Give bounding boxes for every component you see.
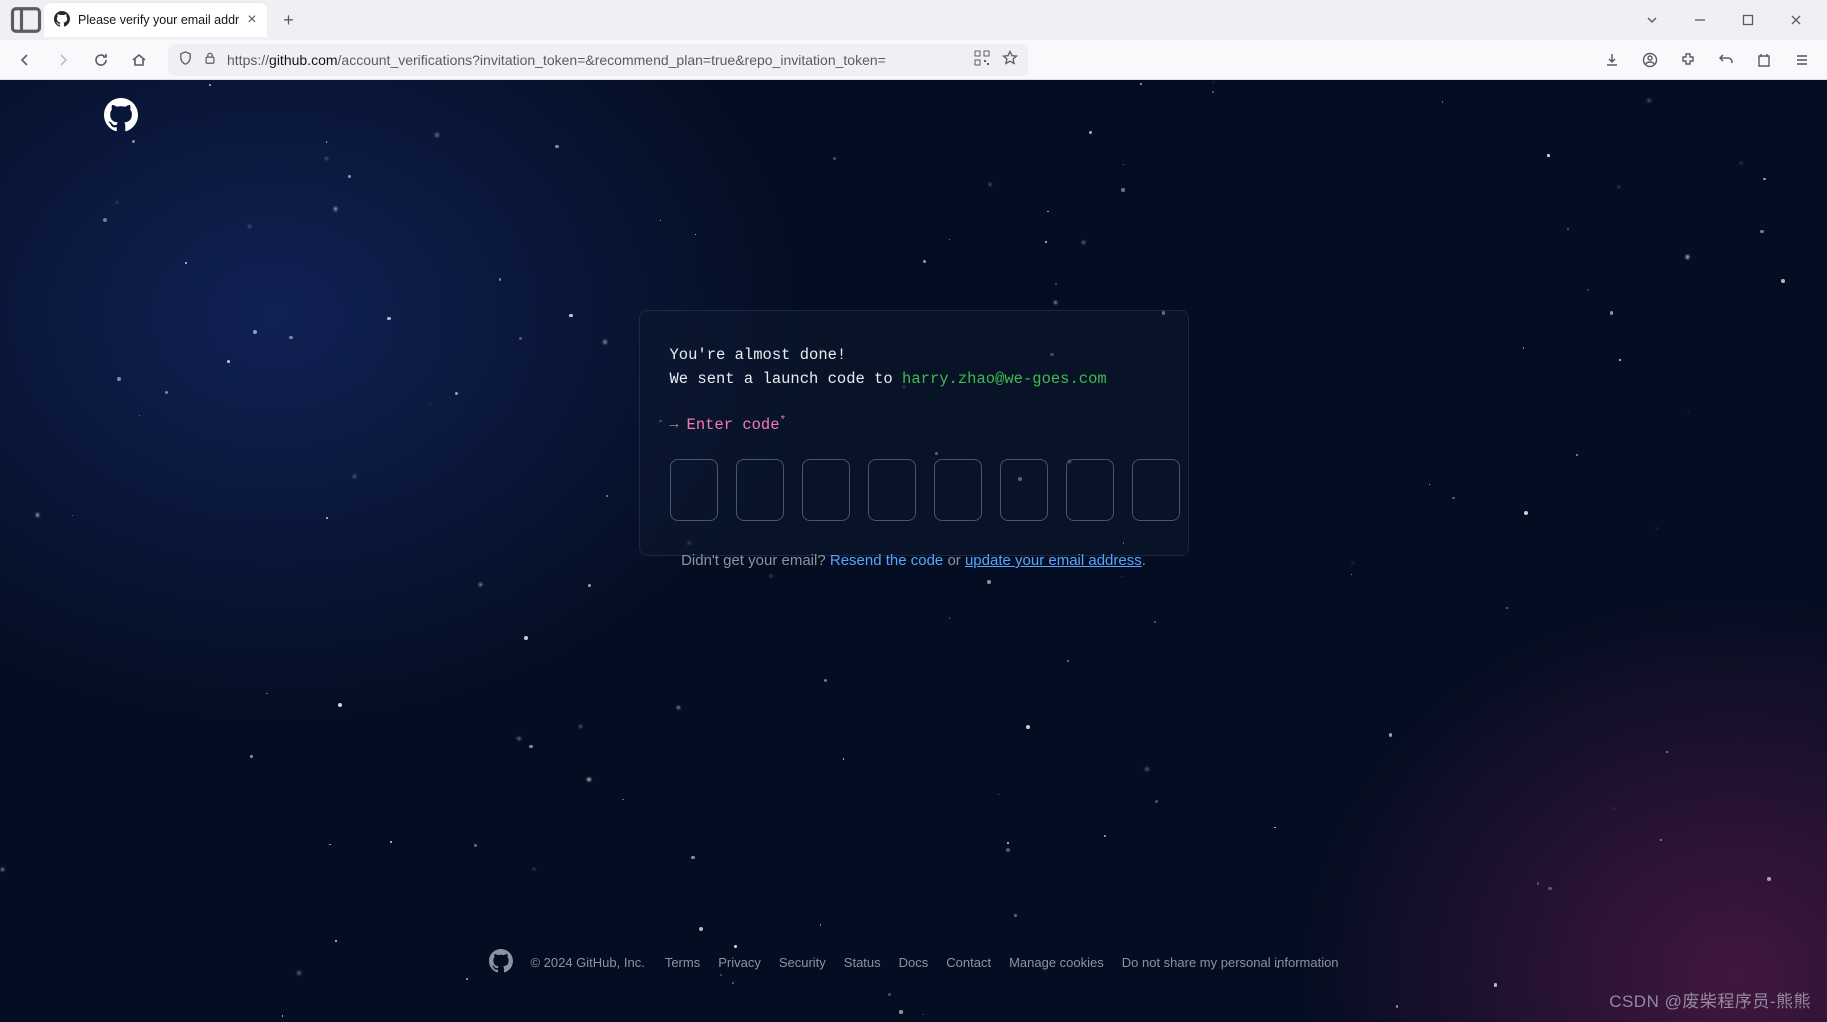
prompt-label: Enter code* bbox=[687, 413, 787, 437]
arrow-icon: → bbox=[670, 413, 679, 436]
update-email-link[interactable]: update your email address bbox=[965, 552, 1142, 569]
page-viewport: You're almost done! We sent a launch cod… bbox=[0, 80, 1827, 1022]
footer-link[interactable]: Contact bbox=[946, 955, 991, 970]
github-mark-icon[interactable] bbox=[488, 949, 512, 976]
card-subtext: We sent a launch code to harry.zhao@we-g… bbox=[670, 367, 1158, 391]
new-tab-button[interactable]: + bbox=[273, 4, 305, 36]
footer-link[interactable]: Do not share my personal information bbox=[1122, 955, 1339, 970]
card-heading: You're almost done! bbox=[670, 343, 1158, 367]
code-digit-7[interactable] bbox=[1066, 459, 1114, 521]
code-digit-2[interactable] bbox=[736, 459, 784, 521]
email-address: harry.zhao@we-goes.com bbox=[902, 370, 1107, 388]
footer-link[interactable]: Docs bbox=[899, 955, 929, 970]
prompt-row: → Enter code* bbox=[670, 413, 1158, 437]
window-minimize-icon[interactable] bbox=[1677, 2, 1723, 38]
footer-link[interactable]: Security bbox=[779, 955, 826, 970]
window-close-icon[interactable] bbox=[1773, 2, 1819, 38]
browser-tab[interactable]: Please verify your email addr × bbox=[44, 3, 267, 37]
code-digit-4[interactable] bbox=[868, 459, 916, 521]
footer-link[interactable]: Privacy bbox=[718, 955, 761, 970]
tab-close-icon[interactable]: × bbox=[247, 11, 256, 29]
window-maximize-icon[interactable] bbox=[1725, 2, 1771, 38]
tabs-dropdown-icon[interactable] bbox=[1629, 2, 1675, 38]
resend-link[interactable]: Resend the code bbox=[830, 552, 943, 569]
clip-icon[interactable] bbox=[1747, 44, 1781, 76]
nav-forward-icon bbox=[46, 44, 80, 76]
footer-link[interactable]: Status bbox=[844, 955, 881, 970]
github-logo-icon[interactable] bbox=[104, 98, 138, 132]
footer-link[interactable]: Manage cookies bbox=[1009, 955, 1104, 970]
verify-card: You're almost done! We sent a launch cod… bbox=[639, 310, 1189, 556]
nav-home-icon[interactable] bbox=[122, 44, 156, 76]
footer-link[interactable]: Terms bbox=[665, 955, 700, 970]
app-menu-icon[interactable] bbox=[1785, 44, 1819, 76]
account-icon[interactable] bbox=[1633, 44, 1667, 76]
browser-toolbar: https://github.com/account_verifications… bbox=[0, 40, 1827, 80]
code-digit-3[interactable] bbox=[802, 459, 850, 521]
tab-title: Please verify your email addr bbox=[78, 13, 239, 27]
code-digit-5[interactable] bbox=[934, 459, 982, 521]
shield-icon[interactable] bbox=[178, 51, 193, 69]
bookmark-star-icon[interactable] bbox=[1002, 50, 1018, 69]
undo-icon[interactable] bbox=[1709, 44, 1743, 76]
extensions-icon[interactable] bbox=[1671, 44, 1705, 76]
address-bar[interactable]: https://github.com/account_verifications… bbox=[168, 44, 1028, 76]
watermark-text: CSDN @废柴程序员-熊熊 bbox=[1609, 987, 1811, 1012]
code-inputs bbox=[670, 459, 1158, 521]
github-favicon-icon bbox=[54, 11, 70, 30]
nav-back-icon[interactable] bbox=[8, 44, 42, 76]
nav-reload-icon[interactable] bbox=[84, 44, 118, 76]
page-footer: © 2024 GitHub, Inc. Terms Privacy Security… bbox=[488, 949, 1338, 976]
sidebar-toggle-icon[interactable] bbox=[8, 5, 44, 35]
qr-icon[interactable] bbox=[974, 50, 990, 69]
url-text: https://github.com/account_verifications… bbox=[227, 52, 964, 68]
downloads-icon[interactable] bbox=[1595, 44, 1629, 76]
code-digit-1[interactable] bbox=[670, 459, 718, 521]
browser-tab-strip: Please verify your email addr × + bbox=[0, 0, 1827, 40]
code-digit-8[interactable] bbox=[1132, 459, 1180, 521]
code-digit-6[interactable] bbox=[1000, 459, 1048, 521]
lock-icon[interactable] bbox=[203, 51, 217, 69]
copyright-text: © 2024 GitHub, Inc. bbox=[530, 955, 644, 970]
under-card-text: Didn't get your email? Resend the code o… bbox=[681, 552, 1146, 569]
